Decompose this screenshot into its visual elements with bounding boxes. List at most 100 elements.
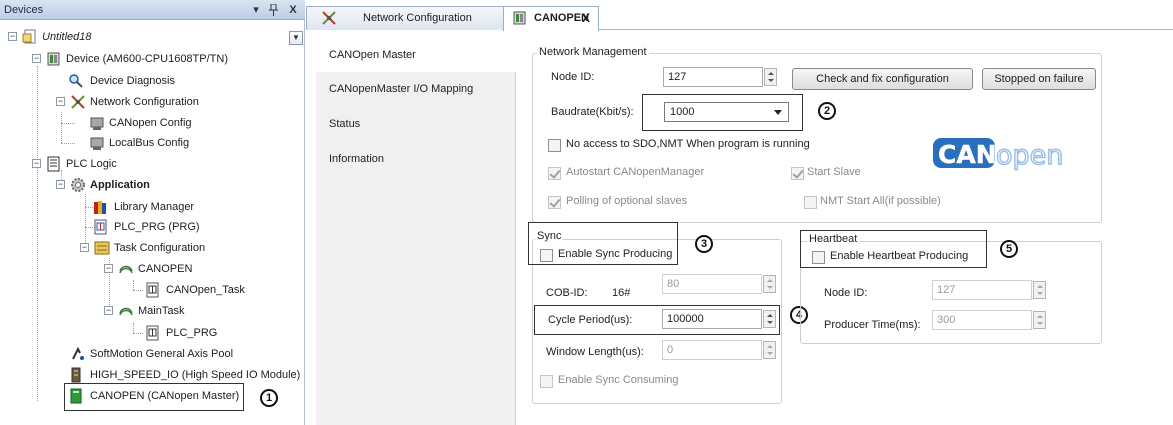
callout-box-1 (64, 383, 244, 411)
enable-sync-consuming-checkbox[interactable] (540, 375, 553, 388)
subnav-information[interactable]: Information (316, 142, 516, 176)
tree-item-network-configuration[interactable]: − Network Configuration (0, 93, 300, 111)
baudrate-select[interactable]: 1000 (664, 102, 789, 122)
collapse-toggle-icon[interactable]: − (56, 97, 65, 106)
window-length-input[interactable]: 0 (662, 340, 762, 360)
tree-item-plc-logic[interactable]: − PLC Logic (0, 155, 300, 173)
tree-item-label: PLC_PRG (166, 327, 218, 339)
subnav-canopen-master[interactable]: CANOpen Master (316, 38, 517, 72)
node-id-input[interactable]: 127 (663, 67, 763, 87)
heartbeat-node-id-label: Node ID: (824, 287, 868, 299)
tab-network-configuration[interactable]: Network Configuration (306, 6, 506, 30)
tree-item-label: MainTask (138, 305, 185, 317)
tree-item-application[interactable]: − Application (0, 176, 300, 194)
tree-item-high-speed-io[interactable]: HIGH_SPEED_IO (High Speed IO Module) (0, 366, 305, 384)
tree-item-localbus-config[interactable]: LocalBus Config (0, 134, 300, 152)
tree-item-device-diagnosis[interactable]: Device Diagnosis (0, 72, 300, 90)
network-icon (70, 94, 86, 110)
heartbeat-title: Heartbeat (807, 233, 860, 245)
tree-item-label: SoftMotion General Axis Pool (90, 348, 234, 360)
editor-subnav: CANOpen Master CANopenMaster I/O Mapping… (316, 38, 517, 425)
chevron-down-icon (774, 110, 782, 115)
callout-badge-3: 3 (695, 235, 713, 253)
producer-time-spinner[interactable] (1033, 311, 1046, 329)
tree-item-canopen-task[interactable]: CANOpen_Task (0, 281, 300, 299)
close-icon[interactable]: X (582, 7, 590, 29)
application-gear-icon (70, 177, 86, 193)
cob-id-spinner[interactable] (763, 275, 776, 293)
subnav-io-mapping[interactable]: CANopenMaster I/O Mapping (316, 72, 516, 106)
enable-sync-consuming-label: Enable Sync Consuming (558, 374, 679, 386)
window-length-spinner[interactable] (763, 341, 776, 359)
callout-badge-5: 5 (1000, 240, 1018, 258)
tree-item-softmotion[interactable]: SoftMotion General Axis Pool (0, 345, 300, 363)
tree-item-task-canopen[interactable]: − CANOPEN (0, 260, 300, 278)
devices-panel-title: Devices (4, 4, 44, 16)
task-icon (118, 303, 134, 319)
pin-icon[interactable] (266, 0, 280, 20)
tree-item-label: CANOPEN (138, 263, 193, 275)
enable-sync-producing-checkbox[interactable] (540, 249, 553, 262)
nmt-start-all-checkbox[interactable] (804, 196, 817, 209)
collapse-toggle-icon[interactable]: − (32, 159, 41, 168)
polling-label: Polling of optional slaves (566, 195, 688, 207)
tree-item-device[interactable]: − Device (AM600-CPU1608TP/TN) (0, 50, 300, 68)
tab-canopen[interactable]: CANOPEN X (503, 6, 599, 31)
cycle-period-spinner[interactable] (763, 310, 776, 328)
stopped-on-failure-button[interactable]: Stopped on failure (982, 68, 1096, 90)
autostart-checkbox[interactable] (548, 167, 561, 180)
polling-checkbox[interactable] (548, 196, 561, 209)
tree-dropdown-button[interactable]: ▼ (289, 31, 303, 45)
program-call-icon (145, 325, 161, 341)
check-fix-configuration-button[interactable]: Check and fix configuration (792, 68, 973, 90)
tree-item-maintask-plc-prg[interactable]: PLC_PRG (0, 324, 300, 342)
collapse-toggle-icon[interactable]: − (32, 54, 41, 63)
collapse-toggle-icon[interactable]: − (104, 306, 113, 315)
network-management-title: Network Management (537, 46, 649, 58)
node-id-spinner[interactable] (764, 68, 777, 86)
cycle-period-input[interactable]: 100000 (662, 309, 762, 329)
window-length-label: Window Length(us): (546, 346, 644, 358)
tree-item-label: CANOpen_Task (166, 284, 245, 296)
tree-item-canopen-config[interactable]: CANopen Config (0, 114, 300, 132)
logo-can-text: CAN (938, 140, 997, 169)
task-icon (118, 261, 134, 277)
tree-item-plc-prg[interactable]: PLC_PRG (PRG) (0, 218, 300, 236)
enable-heartbeat-producing-checkbox[interactable] (812, 251, 825, 264)
tree-item-task-configuration[interactable]: − Task Configuration (0, 239, 300, 257)
callout-badge-1: 1 (260, 389, 278, 407)
cob-id-prefix: 16# (612, 287, 631, 299)
devices-panel-header: Devices ▾ X (0, 0, 305, 20)
tree-item-label: Application (90, 179, 150, 191)
collapse-toggle-icon[interactable]: − (8, 32, 17, 41)
collapse-toggle-icon[interactable]: − (104, 264, 113, 273)
tree-item-label: Device Diagnosis (90, 75, 175, 87)
close-icon[interactable]: X (286, 0, 300, 20)
project-icon (22, 29, 38, 45)
network-module-icon (89, 135, 105, 151)
autostart-label: Autostart CANopenManager (566, 166, 705, 178)
tree-item-label: Device (AM600-CPU1608TP/TN) (66, 53, 228, 65)
collapse-toggle-icon[interactable]: − (80, 243, 89, 252)
start-slave-checkbox[interactable] (791, 167, 804, 180)
tree-item-label: PLC Logic (66, 158, 117, 170)
no-access-checkbox[interactable] (548, 139, 561, 152)
axis-pool-icon (70, 346, 86, 362)
tree-item-library-manager[interactable]: Library Manager (0, 198, 300, 216)
producer-time-input[interactable]: 300 (932, 310, 1032, 330)
tree-item-label: Task Configuration (114, 242, 206, 254)
cob-id-input[interactable]: 80 (662, 274, 762, 294)
canopen-logo: CAN open (933, 136, 1064, 172)
baudrate-value: 1000 (670, 106, 695, 118)
subnav-status[interactable]: Status (316, 107, 516, 141)
tree-item-label: PLC_PRG (PRG) (114, 221, 200, 233)
heartbeat-node-id-spinner[interactable] (1033, 281, 1046, 299)
panel-menu-icon[interactable]: ▾ (249, 0, 263, 20)
tree-item-label: Untitled18 (42, 31, 92, 43)
logo-open-text: open (996, 140, 1063, 171)
tree-item-maintask[interactable]: − MainTask (0, 302, 300, 320)
tree-item-untitled[interactable]: − Untitled18 (0, 28, 280, 46)
collapse-toggle-icon[interactable]: − (56, 180, 65, 189)
heartbeat-node-id-input[interactable]: 127 (932, 280, 1032, 300)
network-module-icon (89, 115, 105, 131)
